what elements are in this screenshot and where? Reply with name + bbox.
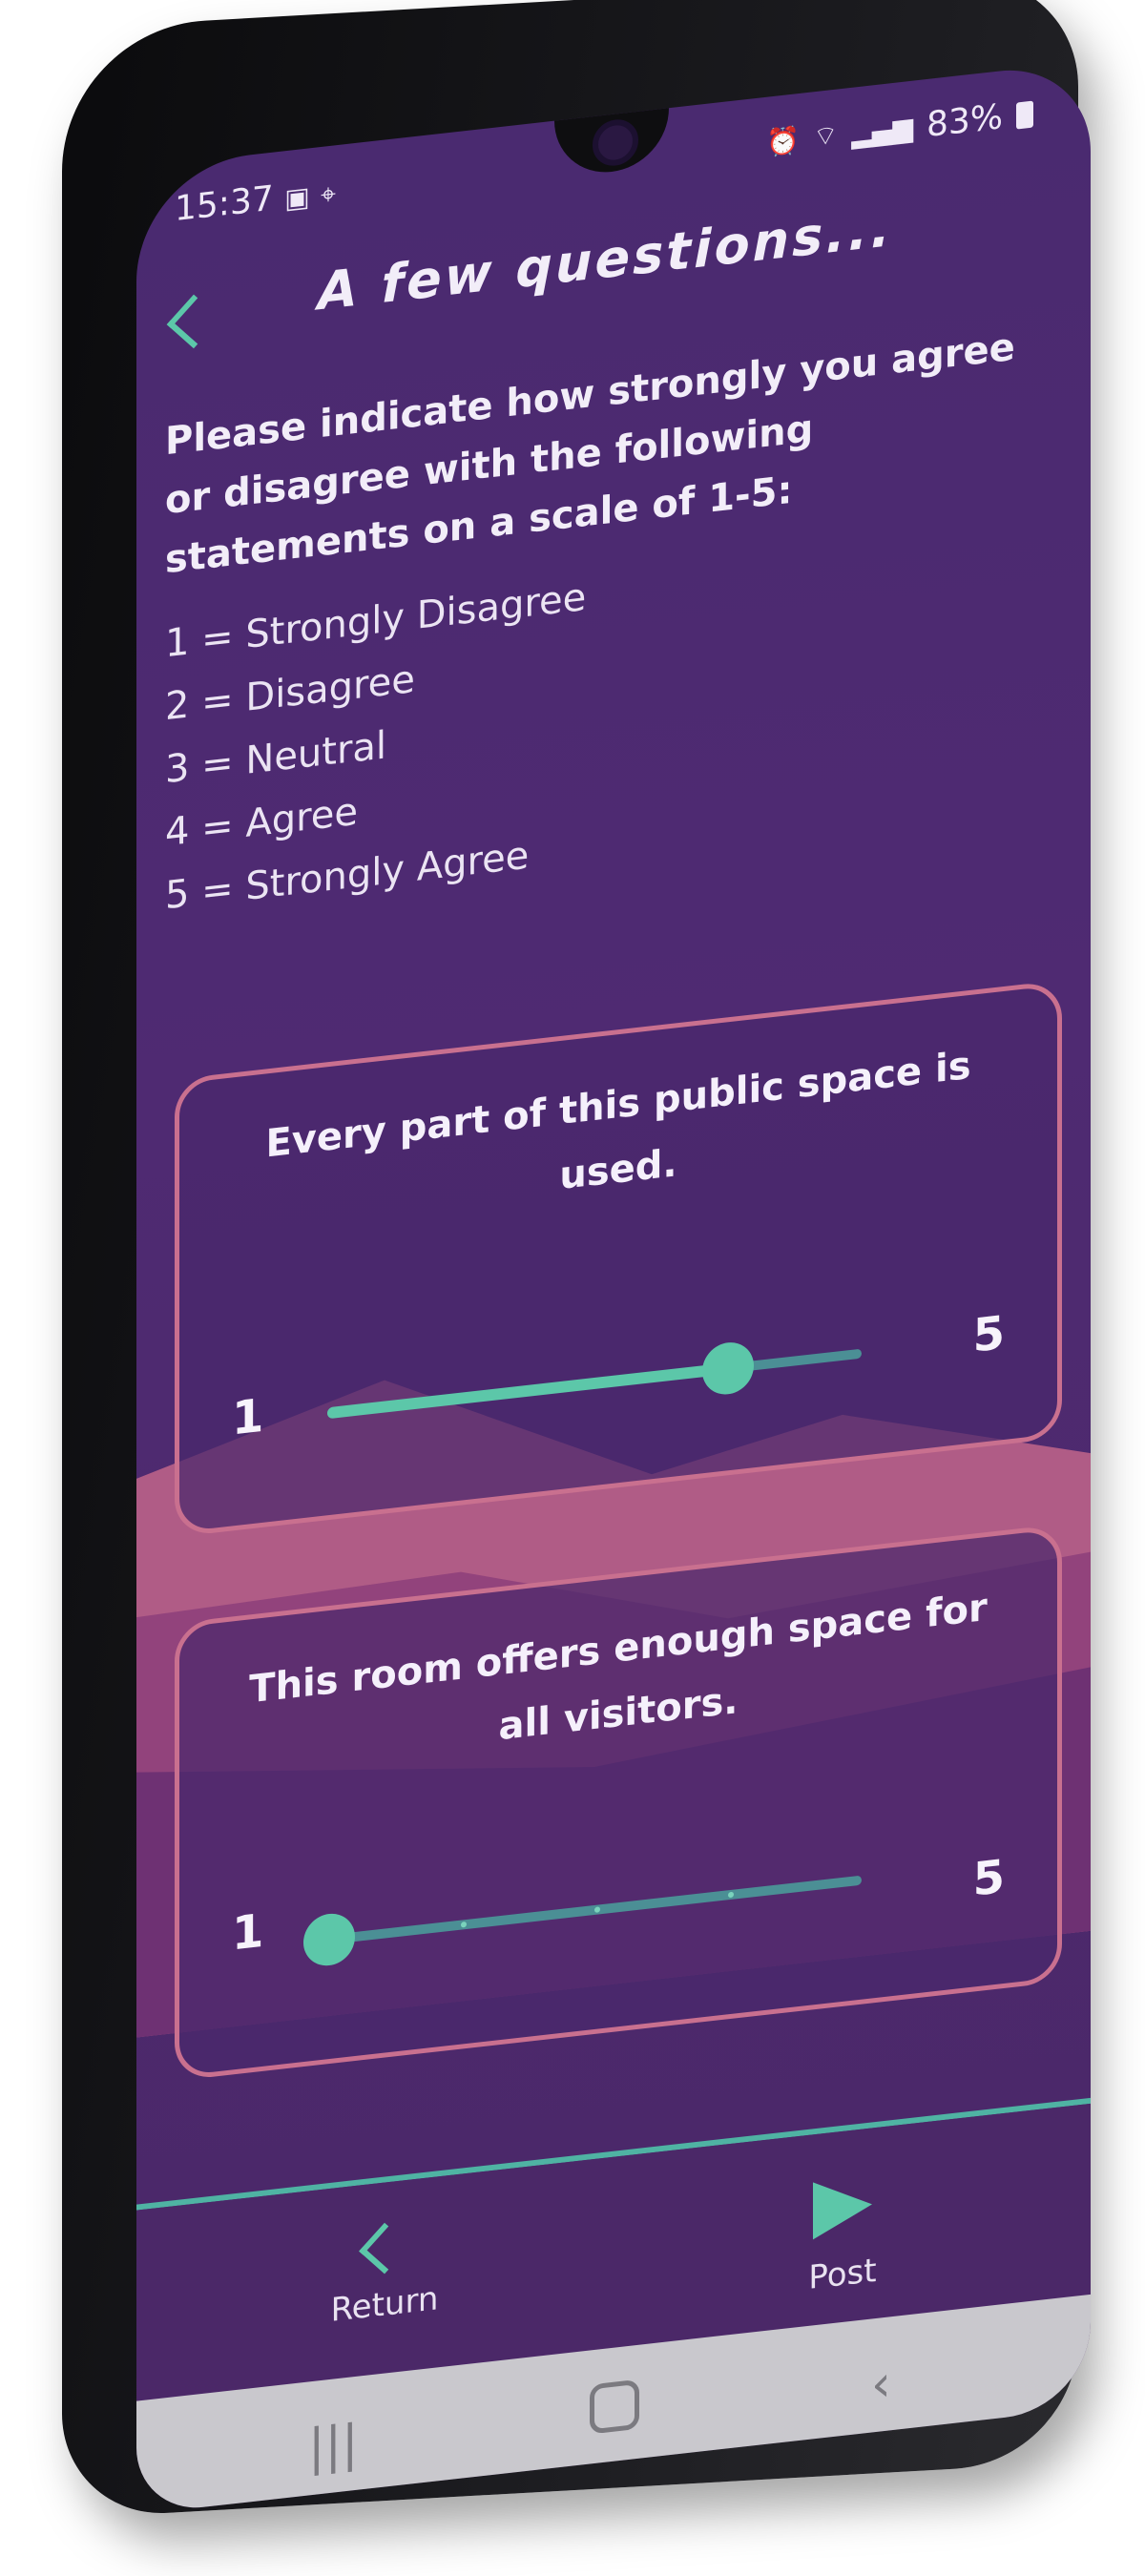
instructions-text: Please indicate how strongly you agree o… — [165, 324, 1015, 583]
phone-frame: 15:37 ▣ ⌖ ⏰ ⌔ ▂▄▆ 83% A few questions...… — [62, 0, 1091, 2519]
app-screen: 15:37 ▣ ⌖ ⏰ ⌔ ▂▄▆ 83% A few questions...… — [136, 60, 1091, 2515]
post-button[interactable]: Post — [747, 2169, 938, 2304]
chevron-left-icon — [359, 2222, 410, 2275]
signal-icon: ▂▄▆ — [851, 111, 913, 150]
slider-min-label: 1 — [232, 1903, 264, 1962]
question-text: This room offers enough space for all vi… — [249, 1585, 988, 1750]
question-text: Every part of this public space is used. — [265, 1043, 971, 1199]
question-card: This room offers enough space for all vi… — [175, 1524, 1062, 2082]
slider-min-label: 1 — [232, 1388, 264, 1446]
page-title: A few questions... — [318, 197, 893, 322]
slider-max-label: 5 — [972, 1849, 1005, 1907]
scale-legend: 1 = Strongly Disagree 2 = Disagree 3 = N… — [165, 566, 586, 927]
slider-fill — [327, 1362, 728, 1420]
return-label: Return — [330, 2279, 439, 2330]
status-bar-left: 15:37 ▣ ⌖ — [175, 172, 336, 229]
location-icon: ⌖ — [321, 177, 336, 212]
recents-icon[interactable]: ||| — [308, 2415, 359, 2478]
image-icon: ▣ — [284, 180, 310, 216]
clock: 15:37 — [175, 178, 274, 230]
slider-thumb[interactable] — [702, 1340, 754, 1398]
back-icon[interactable]: ‹ — [871, 2355, 891, 2414]
battery-icon — [1016, 100, 1033, 130]
chevron-left-icon[interactable] — [166, 294, 221, 349]
alarm-icon: ⏰ — [766, 123, 801, 159]
slider-max-label: 5 — [972, 1305, 1005, 1363]
return-button[interactable]: Return — [289, 2219, 480, 2334]
send-icon — [813, 2175, 872, 2240]
post-label: Post — [808, 2251, 877, 2297]
home-icon[interactable] — [590, 2379, 639, 2435]
status-bar-right: ⏰ ⌔ ▂▄▆ 83% — [766, 94, 1033, 163]
battery-percent: 83% — [926, 97, 1003, 146]
slider-thumb[interactable] — [303, 1911, 355, 1969]
wifi-icon: ⌔ — [813, 118, 839, 154]
